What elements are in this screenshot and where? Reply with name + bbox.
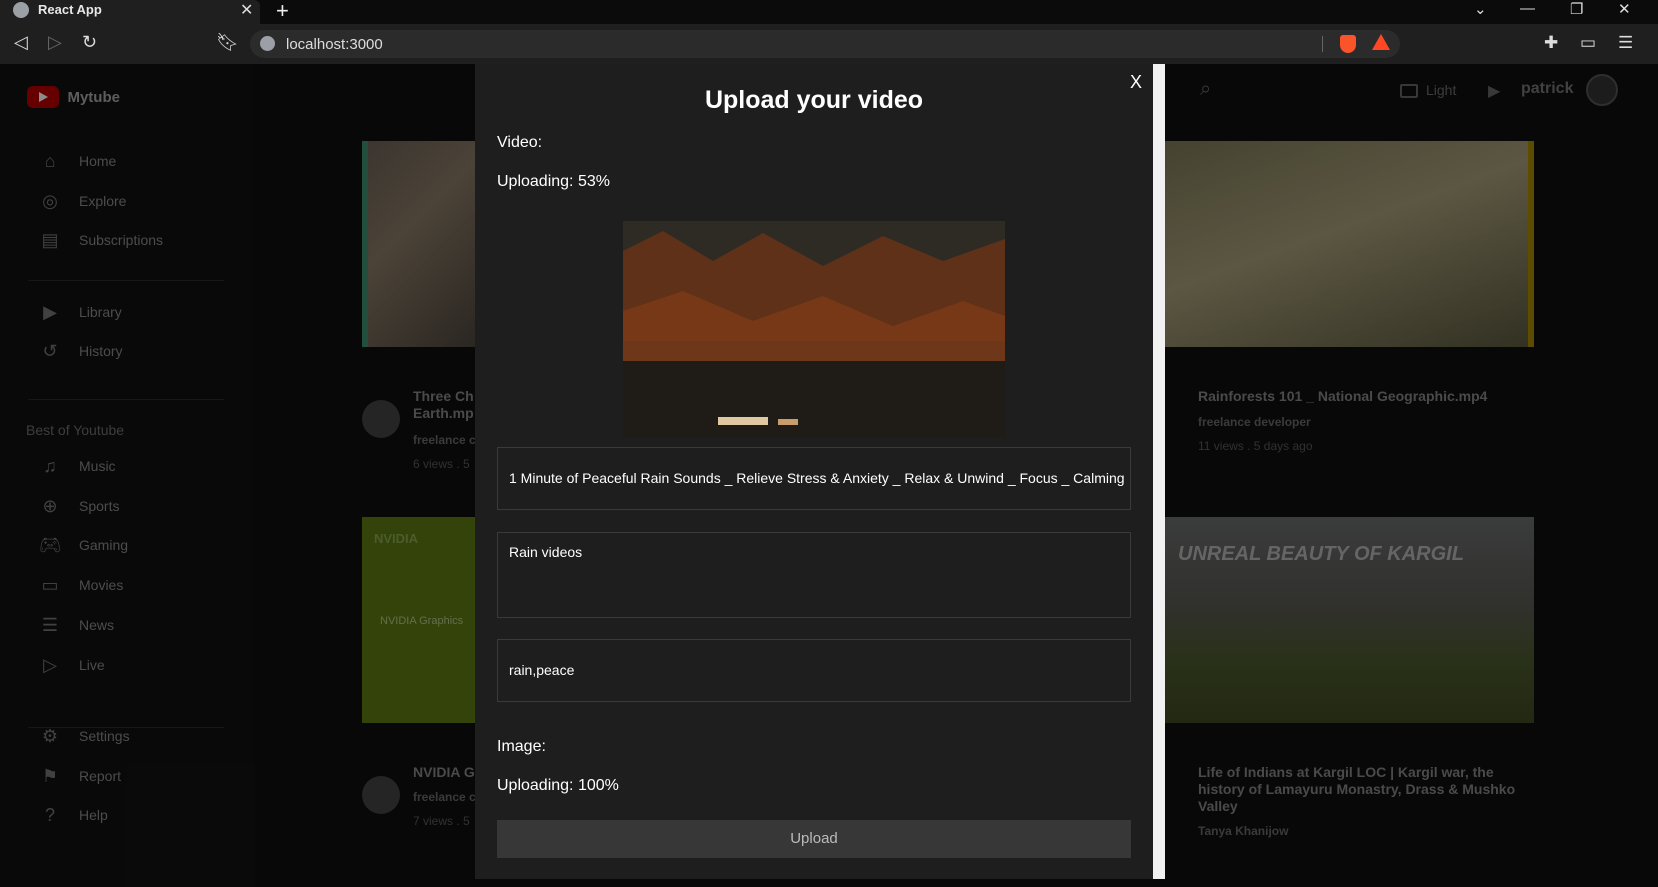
- address-bar[interactable]: localhost:3000: [250, 30, 1400, 58]
- upload-button[interactable]: Upload: [497, 820, 1131, 858]
- image-label: Image:: [497, 738, 546, 755]
- globe-icon: [13, 2, 29, 18]
- tags-input[interactable]: rain,peace: [497, 639, 1131, 702]
- description-textarea[interactable]: Rain videos: [497, 532, 1131, 618]
- url-text[interactable]: localhost:3000: [286, 36, 383, 53]
- extensions-icon[interactable]: ✚: [1544, 33, 1558, 53]
- reload-icon[interactable]: ↻: [82, 32, 97, 53]
- brave-shields-icon[interactable]: [1340, 35, 1356, 53]
- wallet-icon[interactable]: ▭: [1580, 33, 1596, 53]
- modal-scrollbar[interactable]: [1153, 64, 1165, 879]
- new-tab-button[interactable]: +: [276, 0, 289, 24]
- close-icon[interactable]: X: [1130, 72, 1142, 93]
- site-info-icon[interactable]: [260, 36, 275, 51]
- video-upload-progress: Uploading: 53%: [497, 173, 610, 190]
- forward-icon[interactable]: ▷: [48, 32, 62, 53]
- preview-scene: [623, 221, 1005, 437]
- video-preview-image: [623, 221, 1005, 437]
- app-root: Mytube ⌂ Home ◎ Explore ▤ Subscriptions ▶ Li…: [0, 64, 1658, 887]
- modal-title: Upload your video: [704, 86, 924, 114]
- bookmark-icon[interactable]: 🔖︎: [216, 32, 239, 53]
- tab-search-chevron-icon[interactable]: ⌄: [1474, 0, 1487, 18]
- brave-rewards-icon[interactable]: [1372, 34, 1390, 50]
- browser-tab[interactable]: React App ✕: [0, 0, 260, 24]
- minimize-icon[interactable]: —: [1520, 0, 1535, 17]
- image-upload-progress: Uploading: 100%: [497, 777, 619, 794]
- browser-toolbar: ◁ ▷ ↻ 🔖︎ localhost:3000 ✚ ▭ ☰: [0, 24, 1658, 64]
- menu-icon[interactable]: ☰: [1618, 33, 1633, 53]
- window-close-icon[interactable]: ✕: [1618, 0, 1631, 18]
- restore-icon[interactable]: ❐: [1570, 0, 1583, 18]
- address-bar-divider: [1322, 36, 1323, 52]
- tab-close-icon[interactable]: ✕: [240, 0, 253, 20]
- title-input[interactable]: 1 Minute of Peaceful Rain Sounds _ Relie…: [497, 447, 1131, 510]
- browser-tab-bar: React App ✕ + ⌄ — ❐ ✕: [0, 0, 1658, 24]
- back-icon[interactable]: ◁: [14, 32, 28, 53]
- tab-title: React App: [38, 2, 102, 17]
- upload-modal: Upload your video X Video: Uploading: 53…: [475, 64, 1153, 879]
- video-label: Video:: [497, 134, 543, 151]
